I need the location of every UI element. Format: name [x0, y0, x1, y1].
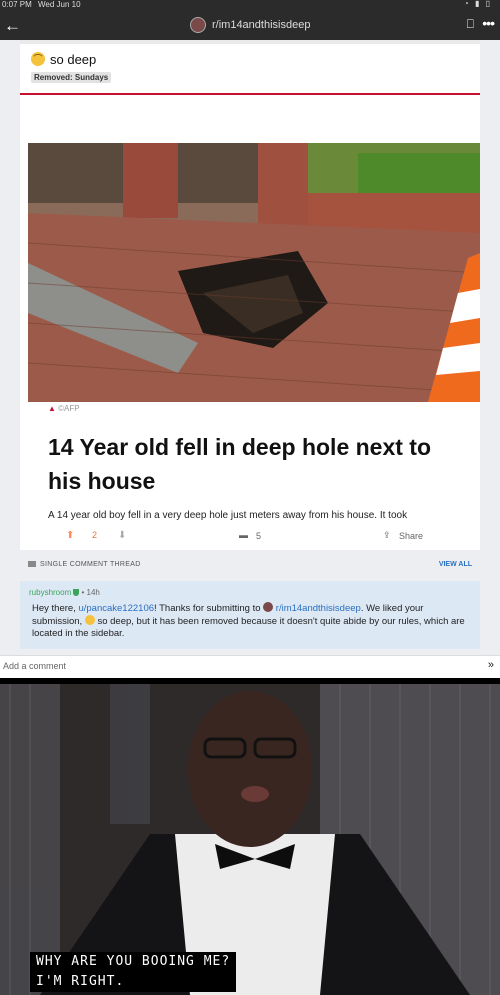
view-all-button[interactable]: VIEW ALL [439, 561, 472, 568]
subreddit-header[interactable]: r/im14andthisisdeep [190, 16, 310, 34]
comment-meta: rubyshroom • 14h [29, 588, 100, 597]
comment-input[interactable]: Add a comment [3, 661, 66, 671]
comment-author[interactable]: rubyshroom [29, 588, 71, 597]
comment-bar: Add a comment » [0, 655, 500, 678]
chevron-down-icon[interactable]: » [488, 659, 494, 671]
subreddit-avatar-icon [263, 602, 274, 612]
status-time: 0:07 PM [2, 0, 32, 9]
mod-comment: rubyshroom • 14h Hey there, u/pancake122… [20, 581, 480, 649]
subreddit-name: r/im14andthisisdeep [212, 19, 311, 31]
hole-photo [28, 143, 480, 402]
back-arrow-icon[interactable]: ← [4, 16, 21, 36]
status-bar: 0:07 PM Wed Jun 10 ◔ ▮ ▯ [0, 0, 500, 10]
vote-score: 2 [92, 530, 98, 540]
booing-man-photo [0, 684, 500, 995]
post-actions: ⬆ 2 ⬇ ▬ 5 ⇪ Share [20, 530, 480, 548]
comment-age: 14h [86, 588, 100, 597]
image-credit: ▲ ©AFP [48, 404, 80, 413]
share-button[interactable]: Share [399, 531, 423, 541]
comment-count: 5 [256, 531, 262, 541]
pensive-emoji-icon [84, 615, 95, 625]
triangle-icon: ▲ [48, 404, 56, 413]
thread-label: SINGLE COMMENT THREAD [40, 561, 141, 568]
share-icon[interactable]: ⇪ [383, 530, 391, 541]
article-headline: 14 Year old fell in deep hole next to hi… [48, 434, 432, 494]
more-icon[interactable]: ••• [482, 15, 495, 31]
meme-caption: WHY ARE YOU BOOING ME? I'M RIGHT. [30, 952, 237, 992]
caption-line-1: WHY ARE YOU BOOING ME? [36, 954, 231, 969]
article-teaser: A 14 year old boy fell in a very deep ho… [48, 510, 408, 521]
meme-image [0, 684, 500, 995]
bookmark-icon[interactable]: ⎕ [467, 17, 474, 32]
upvote-icon[interactable]: ⬆ [66, 530, 74, 541]
top-bar: 0:07 PM Wed Jun 10 ◔ ▮ ▯ ← r/im14andthis… [0, 0, 500, 40]
status-date: Wed Jun 10 [38, 0, 81, 9]
post-card: ⌒ so deep Removed: Sundays ▲ ©AFP 14 Yea… [20, 40, 480, 550]
thread-bar: SINGLE COMMENT THREAD VIEW ALL [20, 558, 480, 576]
speech-bubble-icon [28, 561, 36, 567]
caption-line-2: I'M RIGHT. [36, 974, 125, 989]
comment-body: Hey there, u/pancake122106! Thanks for s… [32, 602, 465, 639]
mod-shield-icon [73, 589, 80, 596]
user-link[interactable]: u/pancake122106 [78, 603, 154, 614]
flair-badge: Removed: Sundays [31, 72, 112, 83]
pensive-emoji-icon: ⌒ [31, 52, 45, 66]
wifi-battery-icons: ◔ ▮ ▯ [463, 0, 492, 8]
subreddit-avatar [190, 17, 206, 33]
post-title[interactable]: so deep [50, 52, 96, 67]
divider [20, 93, 480, 95]
comment-icon[interactable]: ▬ [239, 530, 248, 540]
subreddit-link[interactable]: r/im14andthisisdeep [276, 603, 361, 614]
downvote-icon[interactable]: ⬇ [118, 530, 126, 541]
post-image[interactable] [28, 143, 480, 402]
